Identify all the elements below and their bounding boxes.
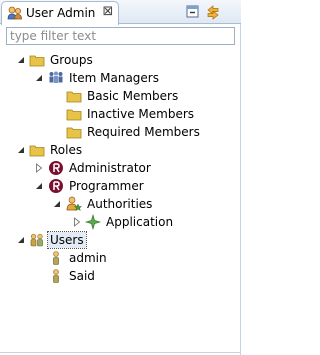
filter-input[interactable]	[6, 27, 235, 45]
folder-icon	[66, 91, 82, 103]
view-tab-bar: User Admin ⊠	[0, 0, 241, 25]
tree-node-inactive-members[interactable]: Inactive Members	[0, 105, 241, 123]
view-border	[240, 24, 241, 355]
tree-node-users[interactable]: Users	[0, 231, 241, 249]
tree-node-groups[interactable]: Groups	[0, 51, 241, 69]
tab-user-admin[interactable]: User Admin ⊠	[1, 1, 119, 25]
users-tab-icon	[7, 6, 22, 20]
link-with-editor-icon	[207, 5, 219, 20]
role-icon	[49, 179, 63, 193]
tree-label-admin: admin	[69, 251, 107, 265]
role-icon	[49, 161, 63, 175]
folder-icon	[29, 145, 45, 157]
tree-label-administrator: Administrator	[69, 161, 151, 175]
tree-label-item-managers: Item Managers	[69, 71, 159, 85]
user-icon	[53, 251, 59, 265]
tree-label-authorities: Authorities	[87, 197, 153, 211]
tree-label-groups: Groups	[50, 53, 93, 67]
tree-node-administrator[interactable]: Administrator	[0, 159, 241, 177]
tree-label-inactive-members: Inactive Members	[87, 107, 195, 121]
folder-icon	[66, 127, 82, 139]
authority-icon	[85, 214, 101, 230]
users-icon	[30, 233, 43, 247]
expanded-twisty-icon[interactable]	[16, 55, 26, 65]
tree-label-users: Users	[47, 231, 87, 249]
collapse-all-button[interactable]	[184, 3, 202, 21]
folder-icon	[66, 109, 82, 121]
tree-node-item-managers[interactable]: Item Managers	[0, 69, 241, 87]
tree-node-required-members[interactable]: Required Members	[0, 123, 241, 141]
close-icon[interactable]: ⊠	[102, 5, 114, 19]
tree-node-basic-members[interactable]: Basic Members	[0, 87, 241, 105]
group-icon	[49, 71, 63, 83]
tree-label-basic-members: Basic Members	[87, 89, 179, 103]
tree-label-programmer: Programmer	[69, 179, 144, 193]
tree-node-admin[interactable]: admin	[0, 249, 241, 267]
authorities-icon	[66, 196, 82, 212]
link-with-editor-button[interactable]	[204, 3, 222, 21]
tree-label-application: Application	[106, 215, 174, 229]
expanded-twisty-icon[interactable]	[34, 181, 44, 191]
collapsed-twisty-icon[interactable]	[72, 217, 82, 227]
user-admin-tree: Groups Item Managers Basic Members Inact…	[0, 48, 241, 348]
tree-node-roles[interactable]: Roles	[0, 141, 241, 159]
tree-label-roles: Roles	[50, 143, 83, 157]
tree-node-application[interactable]: Application	[0, 213, 241, 231]
collapse-all-icon	[186, 5, 199, 18]
tree-label-said: Said	[69, 269, 95, 283]
tree-node-said[interactable]: Said	[0, 267, 241, 285]
tab-title: User Admin	[26, 6, 96, 20]
expanded-twisty-icon[interactable]	[52, 199, 62, 209]
tree-label-required-members: Required Members	[87, 125, 200, 139]
expanded-twisty-icon[interactable]	[16, 145, 26, 155]
tree-node-authorities[interactable]: Authorities	[0, 195, 241, 213]
expanded-twisty-icon[interactable]	[34, 73, 44, 83]
tree-node-programmer[interactable]: Programmer	[0, 177, 241, 195]
collapsed-twisty-icon[interactable]	[34, 163, 44, 173]
folder-icon	[29, 55, 45, 67]
user-icon	[53, 269, 59, 283]
expanded-twisty-icon[interactable]	[16, 235, 26, 245]
